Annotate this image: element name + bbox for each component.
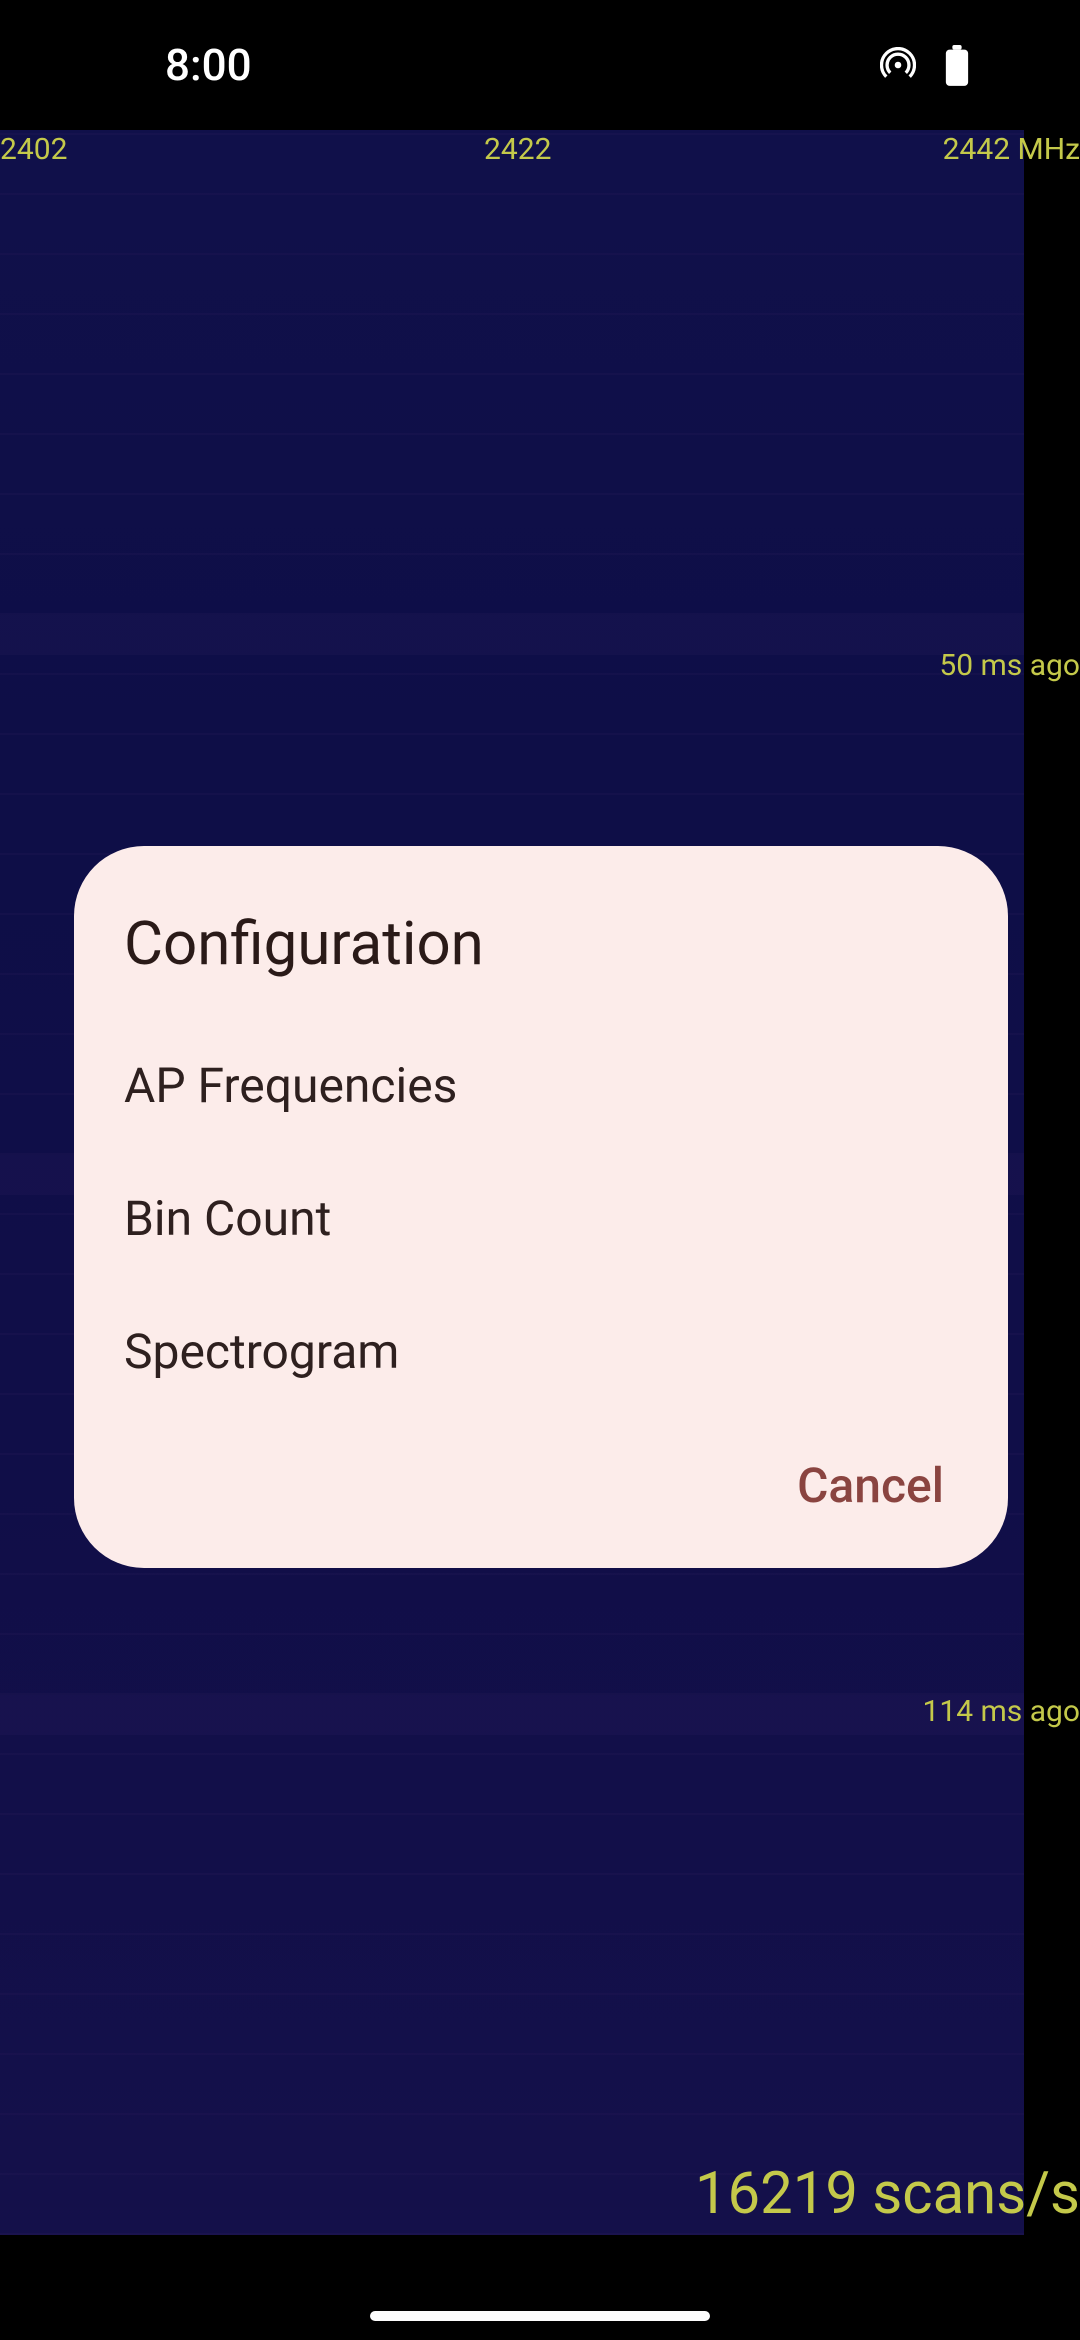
screen: 8:00 2402 2422 2442 MHz 50 ms ago 114 ms (0, 0, 1080, 2340)
freq-label: 2402 (0, 132, 67, 167)
hotspot-icon (880, 47, 916, 83)
option-bin-count[interactable]: Bin Count (74, 1152, 1008, 1285)
option-spectrogram[interactable]: Spectrogram (74, 1285, 1008, 1418)
time-marker: 114 ms ago (922, 1694, 1080, 1729)
freq-label: 2442 MHz (943, 132, 1080, 167)
time-marker: 50 ms ago (939, 648, 1080, 683)
nav-home-indicator[interactable] (370, 2311, 710, 2321)
freq-label: 2422 (484, 132, 551, 167)
cancel-button[interactable]: Cancel (797, 1449, 944, 1522)
dialog-options: AP Frequencies Bin Count Spectrogram (74, 1019, 1008, 1429)
dialog-actions: Cancel (74, 1429, 1008, 1568)
spectrogram-side-gutter (1024, 130, 1080, 2235)
battery-icon (944, 45, 970, 85)
option-ap-frequencies[interactable]: AP Frequencies (74, 1019, 1008, 1152)
status-icons (880, 45, 1030, 85)
configuration-dialog: Configuration AP Frequencies Bin Count S… (74, 846, 1008, 1568)
status-time: 8:00 (50, 39, 252, 91)
dialog-title: Configuration (74, 908, 1008, 1019)
status-bar: 8:00 (0, 0, 1080, 130)
scans-rate-label: 16219 scans/s (695, 2160, 1080, 2228)
